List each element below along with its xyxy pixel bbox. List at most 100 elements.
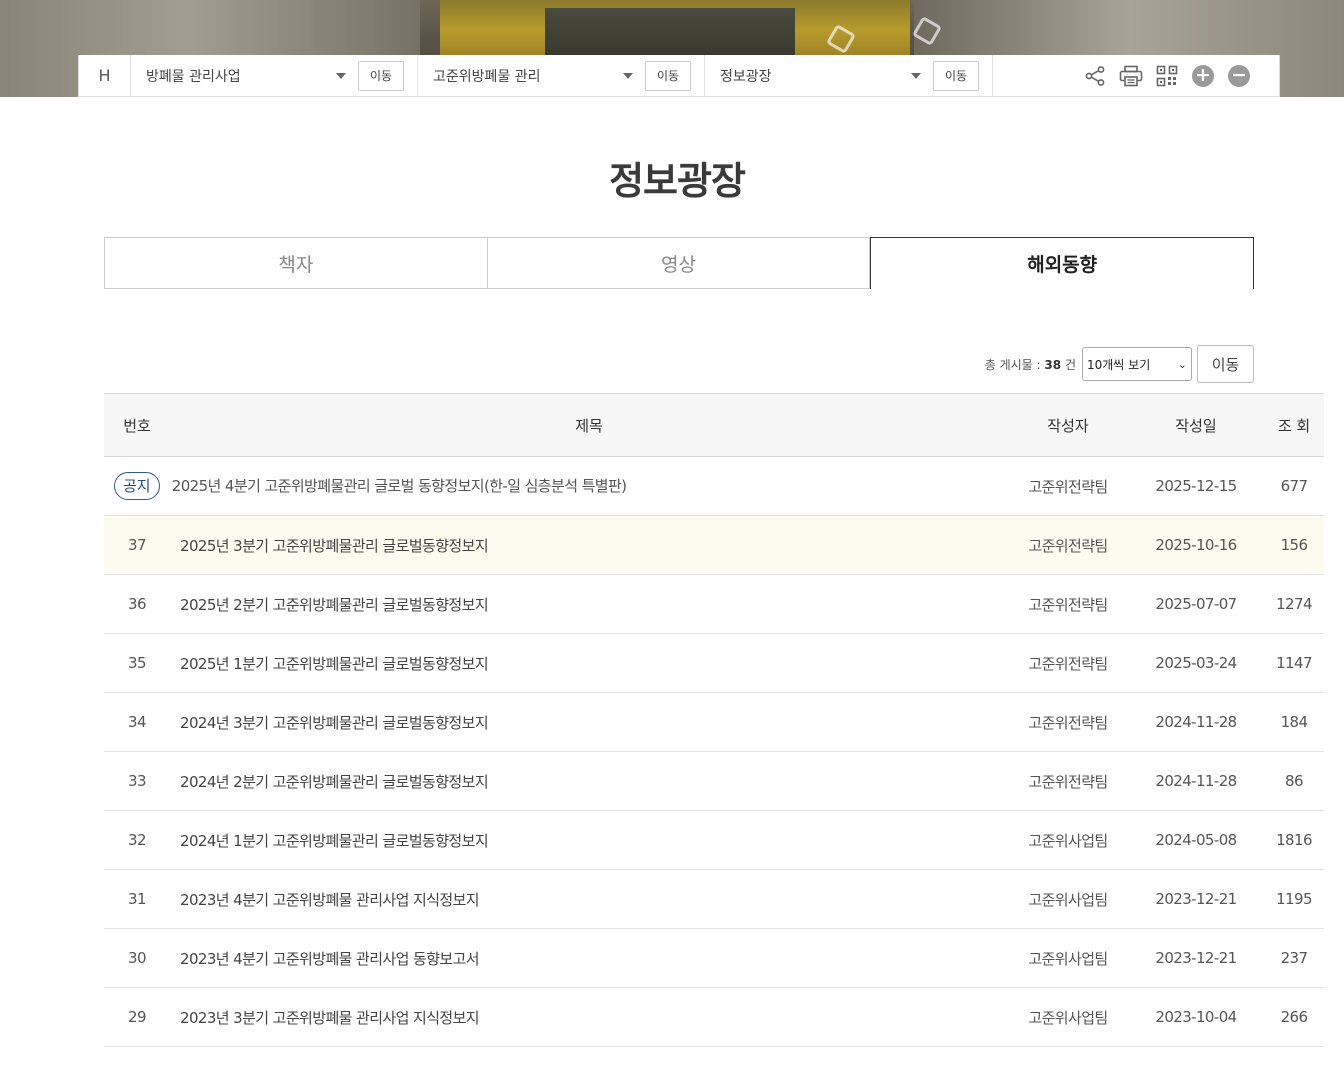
- row-author: 고준위전략팀: [1008, 692, 1128, 752]
- row-no: 29: [104, 987, 170, 1047]
- row-title-link[interactable]: 2025년 4분기 고준위방폐물관리 글로벌 동향정보지(한-일 심층분석 특별…: [172, 477, 627, 495]
- chevron-down-icon: [623, 72, 633, 79]
- board-info: 총 게시물 : 38 건 10개씩 보기 ⌄ 이동: [985, 345, 1254, 383]
- row-date: 2025-07-07: [1128, 574, 1264, 634]
- table-row[interactable]: 37 2025년 3분기 고준위방폐물관리 글로벌동향정보지 고준위전략팀 20…: [104, 515, 1324, 575]
- per-page-select[interactable]: 10개씩 보기 ⌄: [1082, 347, 1192, 381]
- row-no: 37: [104, 515, 170, 575]
- table-row[interactable]: 32 2024년 1분기 고준위방폐물관리 글로벌동향정보지 고준위사업팀 20…: [104, 810, 1324, 870]
- row-views: 1816: [1264, 810, 1324, 870]
- table-row[interactable]: 36 2025년 2분기 고준위방폐물관리 글로벌동향정보지 고준위전략팀 20…: [104, 574, 1324, 634]
- depth2-select[interactable]: 고준위방폐물 관리: [418, 66, 633, 86]
- row-views: 677: [1264, 456, 1324, 516]
- row-title-link[interactable]: 2024년 3분기 고준위방폐물관리 글로벌동향정보지: [170, 692, 1008, 752]
- table-row[interactable]: 29 2023년 3분기 고준위방폐물 관리사업 지식정보지 고준위사업팀 20…: [104, 987, 1324, 1047]
- depth3-go-button[interactable]: 이동: [933, 60, 980, 91]
- row-title-link[interactable]: 2023년 4분기 고준위방폐물 관리사업 동향보고서: [170, 928, 1008, 988]
- row-views: 1274: [1264, 574, 1324, 634]
- row-date: 2024-11-28: [1128, 692, 1264, 752]
- per-page-value: 10개씩 보기: [1087, 357, 1151, 372]
- board-table: 번호 제목 작성자 작성일 조 회 공지 2025년 4분기 고준위방폐물관리 …: [104, 393, 1324, 1047]
- chevron-down-icon: ⌄: [1177, 357, 1187, 371]
- row-title-link[interactable]: 2025년 2분기 고준위방폐물관리 글로벌동향정보지: [170, 574, 1008, 634]
- zoom-in-icon[interactable]: +: [1191, 64, 1215, 88]
- page-title: 정보광장: [609, 159, 746, 203]
- qr-code-icon[interactable]: [1155, 64, 1179, 88]
- row-date: 2023-12-21: [1128, 928, 1264, 988]
- per-page-go-button[interactable]: 이동: [1197, 345, 1254, 383]
- location-depth3: 정보광장 이동: [705, 54, 993, 97]
- tab-video[interactable]: 영상: [487, 237, 871, 289]
- table-row[interactable]: 35 2025년 1분기 고준위방폐물관리 글로벌동향정보지 고준위전략팀 20…: [104, 633, 1324, 693]
- col-header-date: 작성일: [1128, 393, 1264, 457]
- row-views: 1147: [1264, 633, 1324, 693]
- row-author: 고준위사업팀: [1008, 928, 1128, 988]
- row-author: 고준위전략팀: [1008, 633, 1128, 693]
- total-unit: 건: [1064, 357, 1076, 372]
- row-date: 2025-12-15: [1128, 456, 1264, 516]
- table-row-notice[interactable]: 공지 2025년 4분기 고준위방폐물관리 글로벌 동향정보지(한-일 심층분석…: [104, 456, 1324, 516]
- tab-booklet[interactable]: 책자: [104, 237, 488, 289]
- row-date: 2023-12-21: [1128, 869, 1264, 929]
- row-date: 2024-11-28: [1128, 751, 1264, 811]
- chevron-down-icon: [911, 72, 921, 79]
- depth2-label: 고준위방폐물 관리: [433, 68, 541, 85]
- location-depth2: 고준위방폐물 관리 이동: [418, 54, 705, 97]
- total-number: 38: [1044, 357, 1062, 372]
- print-icon[interactable]: [1119, 64, 1143, 88]
- location-nav-bar: H 방폐물 관리사업 이동 고준위방폐물 관리 이동 정보광장 이동 + −: [78, 54, 1280, 97]
- table-row[interactable]: 34 2024년 3분기 고준위방폐물관리 글로벌동향정보지 고준위전략팀 20…: [104, 692, 1324, 752]
- utility-tools: + −: [1083, 64, 1279, 88]
- depth1-select[interactable]: 방폐물 관리사업: [131, 66, 346, 86]
- row-title-link[interactable]: 2024년 2분기 고준위방폐물관리 글로벌동향정보지: [170, 751, 1008, 811]
- depth2-go-button[interactable]: 이동: [645, 60, 692, 91]
- row-title-link[interactable]: 2023년 4분기 고준위방폐물 관리사업 지식정보지: [170, 869, 1008, 929]
- row-no: 36: [104, 574, 170, 634]
- row-date: 2025-03-24: [1128, 633, 1264, 693]
- table-row[interactable]: 30 2023년 4분기 고준위방폐물 관리사업 동향보고서 고준위사업팀 20…: [104, 928, 1324, 988]
- row-author: 고준위사업팀: [1008, 987, 1128, 1047]
- notice-badge: 공지: [114, 472, 160, 500]
- row-no: 34: [104, 692, 170, 752]
- row-no: 31: [104, 869, 170, 929]
- banner-tunnel: [545, 8, 795, 55]
- depth3-label: 정보광장: [720, 68, 772, 85]
- depth3-select[interactable]: 정보광장: [705, 66, 921, 86]
- table-header-row: 번호 제목 작성자 작성일 조 회: [104, 393, 1324, 457]
- row-views: 156: [1264, 515, 1324, 575]
- row-author: 고준위전략팀: [1008, 515, 1128, 575]
- tab-overseas-trends[interactable]: 해외동향: [870, 237, 1255, 289]
- row-author: 고준위사업팀: [1008, 869, 1128, 929]
- row-title-link[interactable]: 2024년 1분기 고준위방폐물관리 글로벌동향정보지: [170, 810, 1008, 870]
- total-label: 총 게시물 :: [984, 357, 1041, 372]
- row-title-link[interactable]: 2025년 3분기 고준위방폐물관리 글로벌동향정보지: [170, 515, 1008, 575]
- row-title-link[interactable]: 2025년 1분기 고준위방폐물관리 글로벌동향정보지: [170, 633, 1008, 693]
- row-author: 고준위전략팀: [1008, 456, 1128, 516]
- row-author: 고준위전략팀: [1008, 574, 1128, 634]
- row-title-link[interactable]: 2023년 3분기 고준위방폐물 관리사업 지식정보지: [170, 987, 1008, 1047]
- row-date: 2025-10-16: [1128, 515, 1264, 575]
- row-author: 고준위사업팀: [1008, 810, 1128, 870]
- location-depth1: 방폐물 관리사업 이동: [131, 54, 418, 97]
- depth1-go-button[interactable]: 이동: [358, 60, 405, 91]
- row-date: 2024-05-08: [1128, 810, 1264, 870]
- table-row[interactable]: 33 2024년 2분기 고준위방폐물관리 글로벌동향정보지 고준위전략팀 20…: [104, 751, 1324, 811]
- table-row[interactable]: 31 2023년 4분기 고준위방폐물 관리사업 지식정보지 고준위사업팀 20…: [104, 869, 1324, 929]
- row-date: 2023-10-04: [1128, 987, 1264, 1047]
- chevron-down-icon: [336, 72, 346, 79]
- home-link[interactable]: H: [79, 54, 131, 97]
- row-author: 고준위전략팀: [1008, 751, 1128, 811]
- col-header-title: 제목: [170, 393, 1008, 457]
- zoom-out-icon[interactable]: −: [1227, 64, 1251, 88]
- row-views: 266: [1264, 987, 1324, 1047]
- col-header-views: 조 회: [1264, 393, 1324, 457]
- share-icon[interactable]: [1083, 64, 1107, 88]
- row-no: 35: [104, 633, 170, 693]
- row-views: 237: [1264, 928, 1324, 988]
- row-views: 184: [1264, 692, 1324, 752]
- col-header-no: 번호: [104, 393, 170, 457]
- row-no: 30: [104, 928, 170, 988]
- depth1-label: 방폐물 관리사업: [146, 68, 241, 85]
- notice-cell: 공지 2025년 4분기 고준위방폐물관리 글로벌 동향정보지(한-일 심층분석…: [104, 456, 1008, 516]
- row-views: 1195: [1264, 869, 1324, 929]
